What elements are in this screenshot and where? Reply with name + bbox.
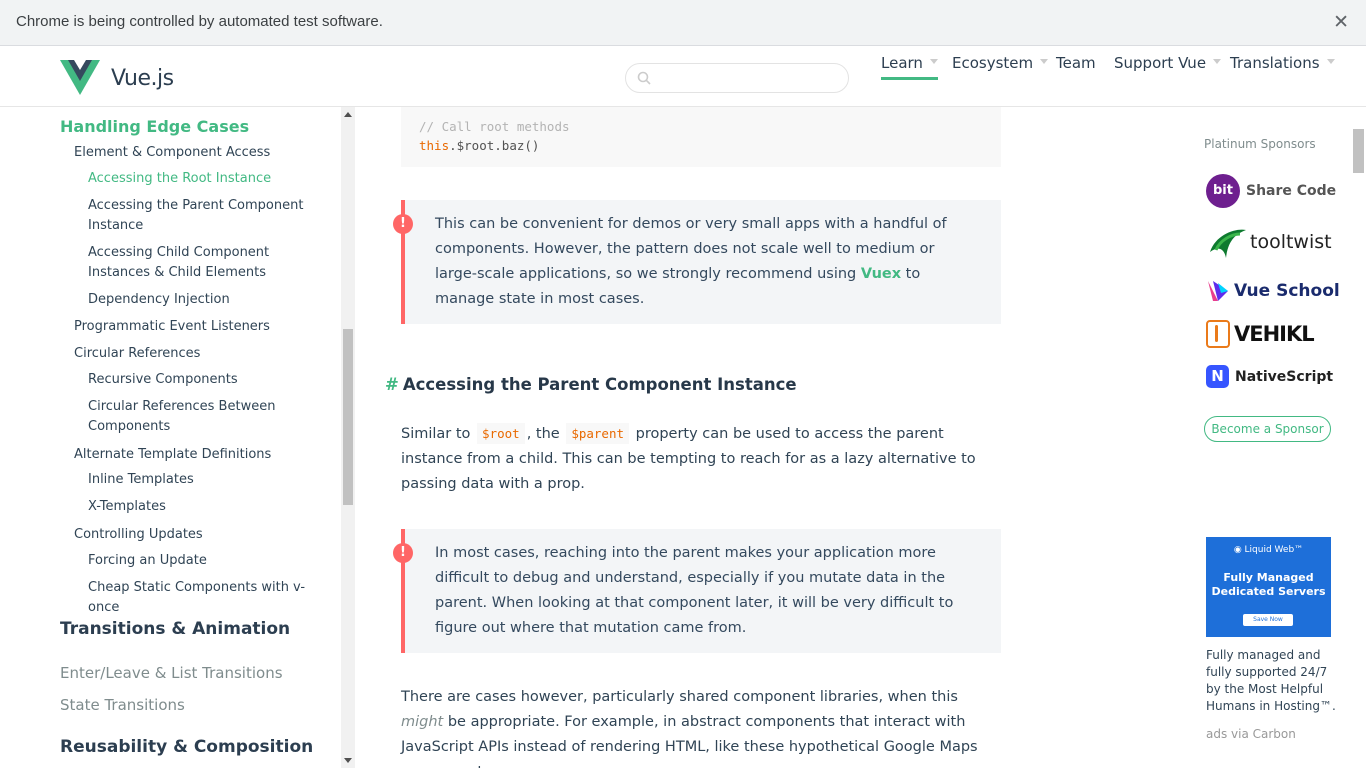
code-block: // Call root methods this.$root.baz() xyxy=(401,107,1001,167)
sidebar-item-child-instances[interactable]: Accessing Child Component Instances & Ch… xyxy=(88,243,328,283)
sidebar-item-controlling-updates[interactable]: Controlling Updates xyxy=(74,527,203,542)
nav-learn[interactable]: Learn xyxy=(881,54,938,80)
bit-logo-icon: bit xyxy=(1206,174,1240,208)
sponsor-bit[interactable]: bit Share Code xyxy=(1206,174,1336,208)
warning-tip-1: ! This can be convenient for demos or ve… xyxy=(393,200,1001,324)
warning-icon: ! xyxy=(393,543,413,563)
code-root: $root xyxy=(477,423,525,444)
close-icon[interactable]: ✕ xyxy=(1333,11,1349,33)
search-input[interactable] xyxy=(658,68,838,88)
sidebar-item-forcing-update[interactable]: Forcing an Update xyxy=(88,551,328,571)
search-icon xyxy=(637,71,651,85)
nav-translations[interactable]: Translations xyxy=(1230,54,1335,80)
code-keyword: this xyxy=(419,138,450,153)
nav-support-vue[interactable]: Support Vue xyxy=(1114,54,1222,80)
page-scrollbar[interactable] xyxy=(1352,107,1366,768)
ad-headline: Fully Managed Dedicated Servers xyxy=(1211,571,1326,598)
sponsors-column: Platinum Sponsors bit Share Code tooltwi… xyxy=(1175,107,1352,768)
vehikl-logo-icon xyxy=(1206,320,1230,348)
infobar-message: Chrome is being controlled by automated … xyxy=(16,13,383,30)
warning-tip-2: ! In most cases, reaching into the paren… xyxy=(393,529,1001,653)
nativescript-logo-icon: N xyxy=(1206,365,1229,388)
paragraph-1: Similar to $root, the $parent property c… xyxy=(401,421,1001,497)
nav-learn-label: Learn xyxy=(881,54,923,72)
tip2-text: In most cases, reaching into the parent … xyxy=(435,545,954,636)
automation-infobar: Chrome is being controlled by automated … xyxy=(0,0,1366,46)
nav-translations-label: Translations xyxy=(1230,54,1320,72)
vue-logo-icon xyxy=(60,60,100,95)
sidebar-item-dependency-injection[interactable]: Dependency Injection xyxy=(88,290,328,310)
heading-anchor-link[interactable]: # xyxy=(385,375,399,394)
scroll-up-arrow-icon[interactable] xyxy=(344,112,352,117)
ad-brand: ◉ Liquid Web™ xyxy=(1233,545,1304,555)
sidebar-scrollbar-thumb[interactable] xyxy=(343,329,353,505)
para2-text-b: be appropriate. For example, in abstract… xyxy=(401,714,978,768)
sidebar-item-v-once[interactable]: Cheap Static Components with v-once xyxy=(88,578,328,618)
sidebar-item-inline-templates[interactable]: Inline Templates xyxy=(88,470,328,490)
vuex-link[interactable]: Vuex xyxy=(861,266,901,282)
sidebar-section-edge-cases[interactable]: Handling Edge Cases xyxy=(60,117,249,136)
warning-icon: ! xyxy=(393,214,413,234)
chevron-down-icon xyxy=(1213,59,1222,64)
sidebar-item-x-templates[interactable]: X-Templates xyxy=(88,497,328,517)
chevron-down-icon xyxy=(1040,59,1049,64)
ads-via-carbon-link[interactable]: ads via Carbon xyxy=(1206,727,1296,741)
chevron-down-icon xyxy=(1326,59,1335,64)
sponsor-bit-name: Share Code xyxy=(1246,183,1337,199)
scroll-down-arrow-icon[interactable] xyxy=(344,758,352,763)
sponsor-tooltwist-name: tooltwist xyxy=(1250,231,1332,253)
sidebar-item-circular-references[interactable]: Circular References xyxy=(74,346,200,361)
para1-text-b: , the xyxy=(526,426,565,442)
carbon-ad-image[interactable]: ◉ Liquid Web™ Fully Managed Dedicated Se… xyxy=(1206,537,1331,637)
vueschool-logo-icon xyxy=(1208,281,1228,301)
search-box[interactable] xyxy=(625,63,849,93)
sidebar-item-circular-between-components[interactable]: Circular References Between Components xyxy=(88,397,328,437)
sponsor-vueschool[interactable]: Vue School xyxy=(1206,279,1340,303)
ad-cta-button: Save Now xyxy=(1243,614,1293,626)
para2-emphasis: might xyxy=(401,714,444,730)
sidebar-item-enter-leave[interactable]: Enter/Leave & List Transitions xyxy=(60,664,283,682)
sidebar-item-event-listeners[interactable]: Programmatic Event Listeners xyxy=(74,319,270,334)
ad-description[interactable]: Fully managed and fully supported 24/7 b… xyxy=(1206,647,1336,715)
code-expression: .$root.baz() xyxy=(449,138,540,153)
logo-text: Vue.js xyxy=(111,65,174,91)
section-heading: # Accessing the Parent Component Instance xyxy=(385,375,797,394)
code-comment: // Call root methods xyxy=(419,119,570,134)
sponsor-title: Platinum Sponsors xyxy=(1204,137,1316,151)
nav-team[interactable]: Team xyxy=(1056,54,1096,80)
sidebar: Handling Edge Cases Element & Component … xyxy=(0,107,341,768)
paragraph-2: There are cases however, particularly sh… xyxy=(401,685,1001,768)
sidebar-section-reusability[interactable]: Reusability & Composition xyxy=(60,737,313,757)
sponsor-vueschool-name: Vue School xyxy=(1234,281,1340,301)
nav-support-label: Support Vue xyxy=(1114,54,1207,72)
sidebar-section-transitions[interactable]: Transitions & Animation xyxy=(60,619,290,639)
nav-ecosystem[interactable]: Ecosystem xyxy=(952,54,1049,80)
sidebar-item-alternate-templates[interactable]: Alternate Template Definitions xyxy=(74,447,271,462)
chevron-down-icon xyxy=(929,59,938,64)
sponsor-nativescript[interactable]: N NativeScript xyxy=(1206,365,1333,388)
sidebar-item-parent-instance[interactable]: Accessing the Parent Component Instance xyxy=(88,196,328,236)
become-sponsor-button[interactable]: Become a Sponsor xyxy=(1204,416,1331,442)
nav-ecosystem-label: Ecosystem xyxy=(952,54,1034,72)
site-header: Vue.js Learn Ecosystem Team Support Vue … xyxy=(0,46,1366,107)
sponsor-nativescript-name: NativeScript xyxy=(1235,368,1334,385)
sidebar-item-recursive-components[interactable]: Recursive Components xyxy=(88,370,328,390)
sidebar-scrollbar[interactable] xyxy=(341,107,355,768)
page-scrollbar-thumb[interactable] xyxy=(1353,129,1364,173)
main-content: // Call root methods this.$root.baz() ! … xyxy=(355,107,1175,768)
home-logo-link[interactable]: Vue.js xyxy=(60,60,174,96)
code-parent: $parent xyxy=(566,423,629,444)
sponsor-tooltwist[interactable]: tooltwist xyxy=(1206,224,1332,260)
sidebar-item-state-transitions[interactable]: State Transitions xyxy=(60,696,185,714)
sponsor-vehikl-name: VEHIKL xyxy=(1234,322,1315,346)
nav-team-label: Team xyxy=(1056,54,1096,72)
tooltwist-logo-icon xyxy=(1210,229,1246,258)
sidebar-item-element-component-access[interactable]: Element & Component Access xyxy=(74,145,270,160)
para1-text-a: Similar to xyxy=(401,426,476,442)
para2-text-a: There are cases however, particularly sh… xyxy=(401,689,958,705)
heading-text: Accessing the Parent Component Instance xyxy=(402,375,797,394)
sidebar-item-root-instance[interactable]: Accessing the Root Instance xyxy=(88,169,328,189)
sponsor-vehikl[interactable]: VEHIKL xyxy=(1206,320,1315,348)
